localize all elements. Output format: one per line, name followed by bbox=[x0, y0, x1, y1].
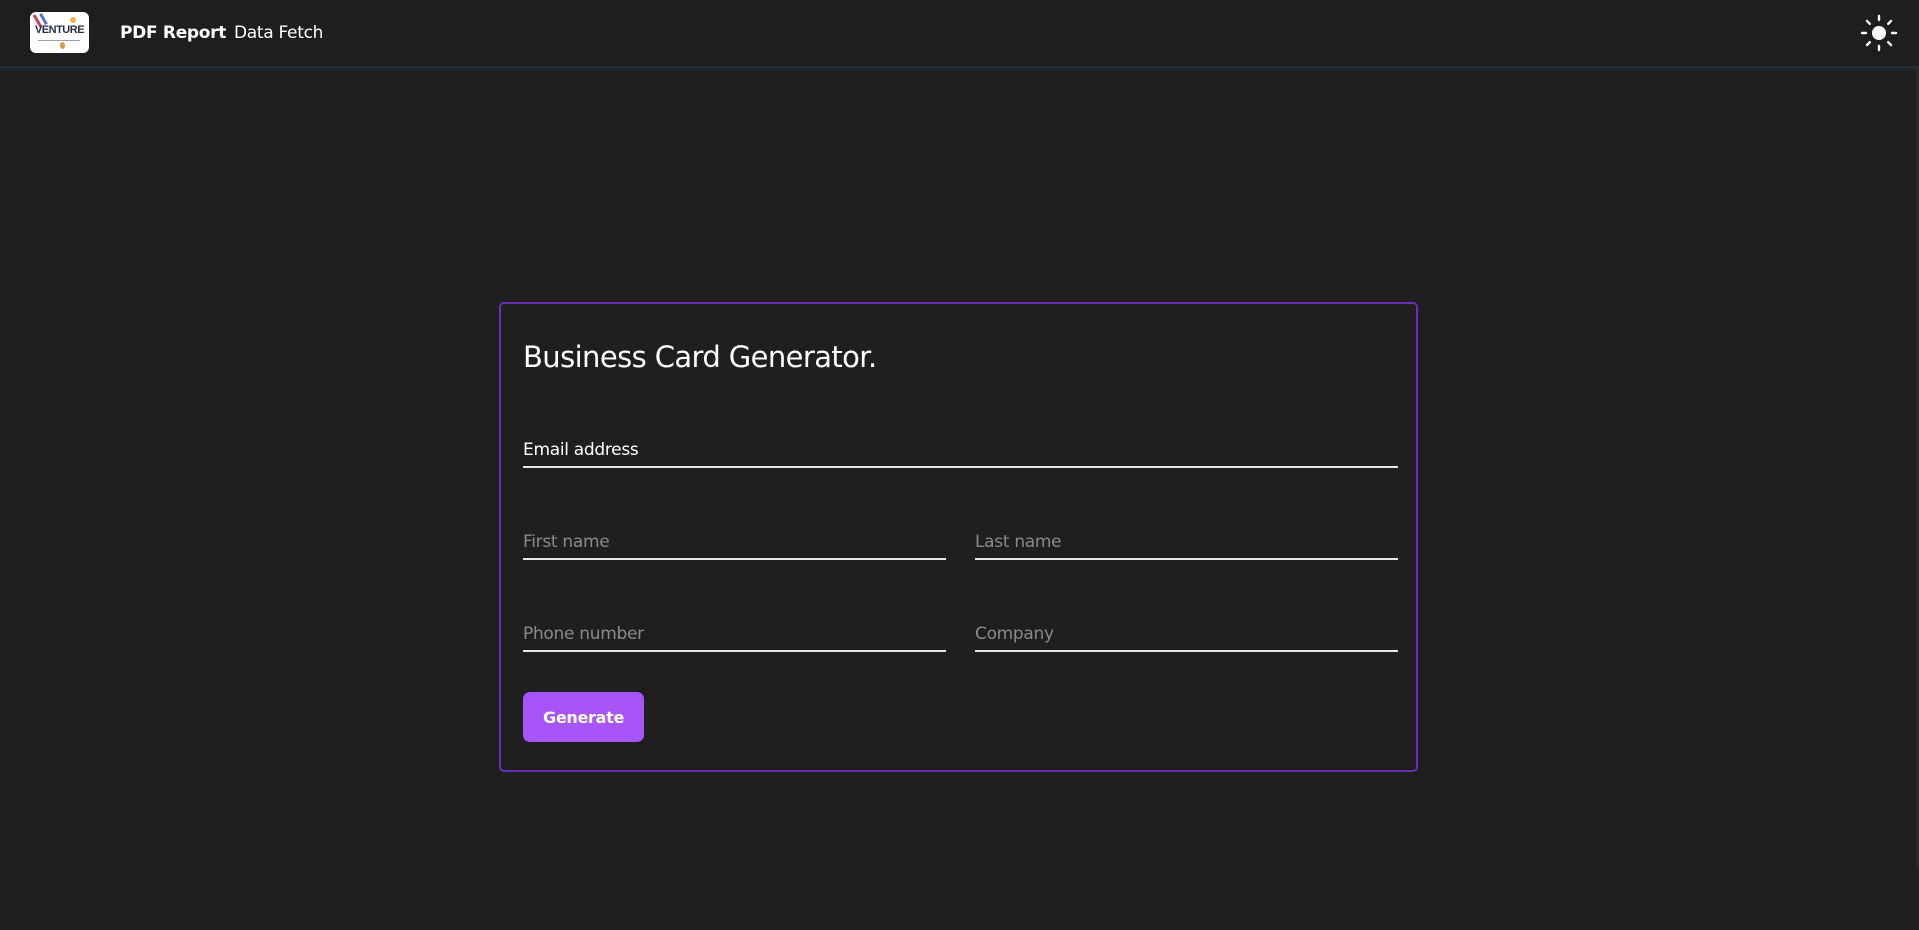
last-name-input[interactable] bbox=[975, 532, 1398, 552]
nav-link-data-fetch[interactable]: Data Fetch bbox=[234, 23, 323, 43]
form-title: Business Card Generator. bbox=[523, 340, 877, 374]
generate-button[interactable]: Generate bbox=[523, 692, 644, 742]
logo-decoration bbox=[70, 17, 76, 23]
phone-field-wrapper bbox=[523, 612, 946, 652]
nav-link-pdf-report[interactable]: PDF Report bbox=[120, 23, 226, 43]
business-card-form: Business Card Generator. Generate bbox=[499, 302, 1418, 772]
last-name-field-wrapper bbox=[975, 520, 1398, 560]
logo-text: VENTURE bbox=[34, 24, 85, 36]
company-field-wrapper bbox=[975, 612, 1398, 652]
email-field-wrapper bbox=[523, 428, 1398, 468]
logo-decoration bbox=[38, 40, 80, 41]
top-navbar: VENTURE PDF Report Data Fetch bbox=[0, 0, 1919, 68]
phone-input[interactable] bbox=[523, 624, 946, 644]
company-input[interactable] bbox=[975, 624, 1398, 644]
first-name-input[interactable] bbox=[523, 532, 946, 552]
email-input[interactable] bbox=[523, 440, 1398, 460]
logo-decoration bbox=[60, 42, 65, 49]
venture-logo[interactable]: VENTURE bbox=[30, 12, 89, 53]
sun-icon bbox=[1860, 14, 1898, 52]
theme-toggle-button[interactable] bbox=[1860, 14, 1898, 52]
first-name-field-wrapper bbox=[523, 520, 946, 560]
